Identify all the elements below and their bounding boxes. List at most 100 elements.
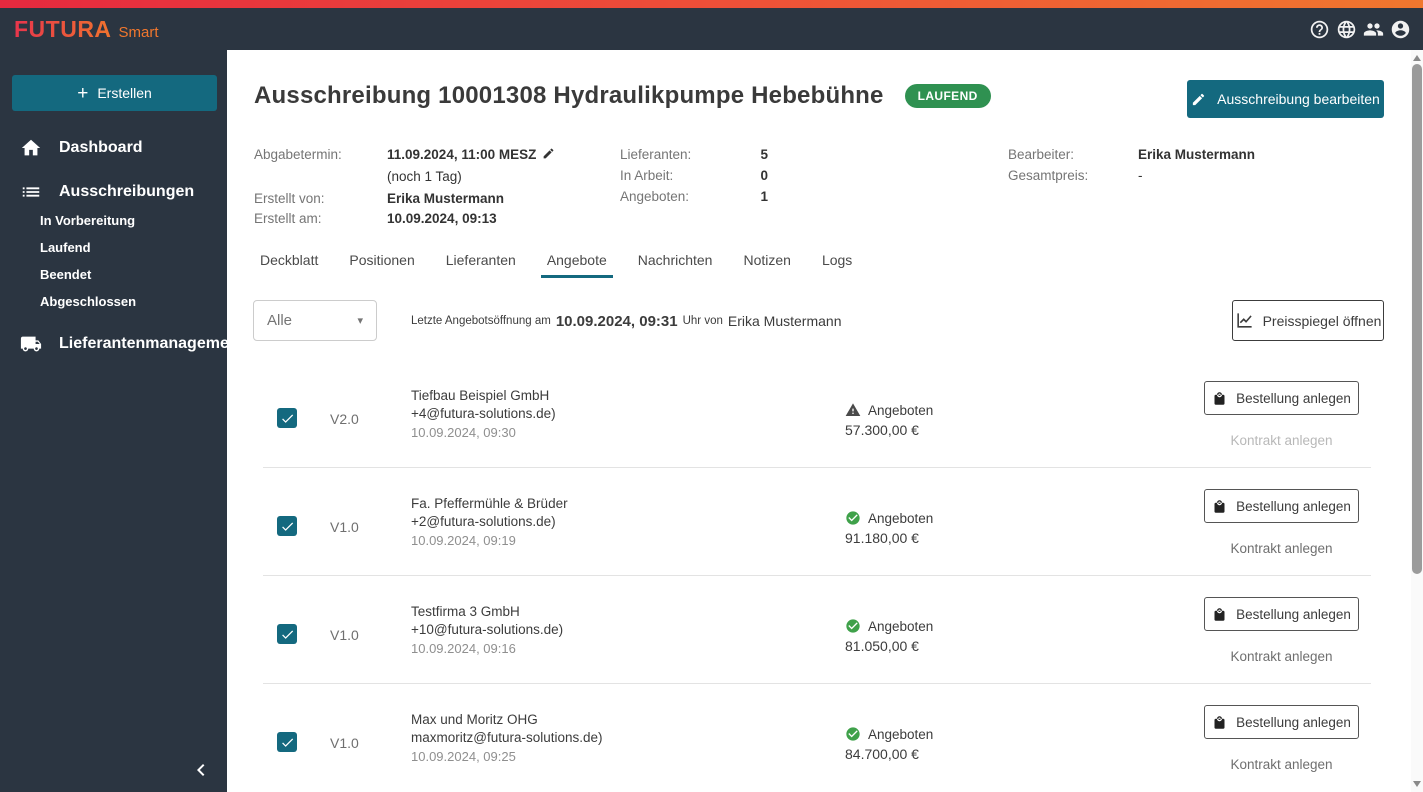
created-at-label: Erstellt am: bbox=[254, 211, 322, 226]
bag-icon bbox=[1214, 391, 1225, 405]
sidebar-item-laufend[interactable]: Laufend bbox=[40, 240, 91, 255]
offer-status-text: Angeboten bbox=[868, 510, 934, 526]
tab-lieferanten[interactable]: Lieferanten bbox=[440, 246, 522, 278]
sidebar-item-ausschreibungen[interactable]: Ausschreibungen bbox=[0, 181, 227, 203]
create-button-label: Erstellen bbox=[97, 85, 152, 101]
offer-status: Angeboten 81.050,00 € bbox=[845, 618, 933, 655]
suppliers-value: 5 bbox=[760, 147, 768, 162]
help-icon[interactable] bbox=[1308, 18, 1330, 40]
create-order-button[interactable]: Bestellung anlegen bbox=[1204, 489, 1359, 523]
sidebar-item-lieferantenmanagement[interactable]: Lieferantenmanagement bbox=[0, 333, 244, 355]
in-progress-label: In Arbeit: bbox=[620, 168, 674, 183]
tab-logs[interactable]: Logs bbox=[816, 246, 858, 278]
supplier-info: Tiefbau Beispiel GmbH +4@futura-solution… bbox=[411, 387, 556, 442]
supplier-email: +4@futura-solutions.de) bbox=[411, 406, 556, 421]
offer-status-text: Angeboten bbox=[868, 726, 934, 742]
create-contract-link[interactable]: Kontrakt anlegen bbox=[1204, 541, 1359, 556]
deadline-value: 11.09.2024, 11:00 MESZ bbox=[387, 147, 555, 162]
language-globe-icon[interactable] bbox=[1335, 18, 1357, 40]
check-circle-icon bbox=[846, 727, 860, 741]
bag-icon bbox=[1214, 499, 1225, 513]
edit-tender-button[interactable]: Ausschreibung bearbeiten bbox=[1187, 80, 1384, 118]
create-button[interactable]: + Erstellen bbox=[12, 75, 217, 111]
supplier-name: Fa. Pfeffermühle & Brüder bbox=[411, 496, 568, 511]
offer-row: V1.0 Max und Moritz OHG maxmoritz@futura… bbox=[263, 684, 1371, 792]
created-at-value: 10.09.2024, 09:13 bbox=[387, 211, 497, 226]
last-opening-prefix: Letzte Angebotsöffnung am bbox=[411, 315, 551, 327]
tab-nachrichten[interactable]: Nachrichten bbox=[632, 246, 719, 278]
tab-angebote[interactable]: Angebote bbox=[540, 246, 613, 278]
supplier-info: Fa. Pfeffermühle & Brüder +2@futura-solu… bbox=[411, 495, 568, 550]
logo-futura: FUTURA bbox=[14, 15, 112, 42]
create-order-button[interactable]: Bestellung anlegen bbox=[1204, 381, 1359, 415]
create-contract-link[interactable]: Kontrakt anlegen bbox=[1204, 433, 1359, 448]
create-order-label: Bestellung anlegen bbox=[1236, 498, 1351, 514]
sidebar-item-beendet[interactable]: Beendet bbox=[40, 267, 91, 282]
supplier-name: Testfirma 3 GmbH bbox=[411, 604, 520, 619]
offer-checkbox[interactable] bbox=[277, 732, 297, 752]
offers-list: V2.0 Tiefbau Beispiel GmbH +4@futura-sol… bbox=[227, 360, 1411, 792]
offer-price: 57.300,00 € bbox=[845, 422, 919, 438]
last-opening-mid: Uhr von bbox=[682, 315, 723, 327]
offer-row: V2.0 Tiefbau Beispiel GmbH +4@futura-sol… bbox=[263, 360, 1371, 468]
vertical-scrollbar[interactable] bbox=[1411, 50, 1423, 792]
chevron-left-icon bbox=[197, 764, 205, 776]
sidebar-collapse-button[interactable] bbox=[189, 758, 213, 782]
page-header: Ausschreibung 10001308 Hydraulikpumpe He… bbox=[254, 82, 991, 110]
app-logo: FUTURA Smart bbox=[12, 16, 159, 43]
warning-icon bbox=[845, 403, 861, 416]
offer-checkbox[interactable] bbox=[277, 624, 297, 644]
edit-deadline-icon[interactable] bbox=[542, 147, 555, 160]
supplier-info: Testfirma 3 GmbH +10@futura-solutions.de… bbox=[411, 603, 563, 658]
main-content: Ausschreibung 10001308 Hydraulikpumpe He… bbox=[227, 50, 1423, 792]
deadline-label: Abgabetermin: bbox=[254, 147, 342, 162]
supplier-email: +2@futura-solutions.de) bbox=[411, 514, 556, 529]
scrollbar-thumb[interactable] bbox=[1412, 64, 1422, 574]
plus-icon: + bbox=[77, 82, 89, 104]
offer-price: 91.180,00 € bbox=[845, 530, 919, 546]
tab-positionen[interactable]: Positionen bbox=[343, 246, 420, 278]
offered-label: Angeboten: bbox=[620, 189, 690, 204]
offer-version: V1.0 bbox=[330, 519, 359, 535]
scroll-up-arrow-icon[interactable] bbox=[1413, 55, 1421, 61]
topbar: FUTURA Smart bbox=[0, 8, 1423, 50]
offer-checkbox[interactable] bbox=[277, 408, 297, 428]
offer-filter-value: Alle bbox=[267, 312, 293, 329]
sidebar-item-label: Ausschreibungen bbox=[59, 183, 195, 200]
create-order-button[interactable]: Bestellung anlegen bbox=[1204, 705, 1359, 739]
create-contract-link[interactable]: Kontrakt anlegen bbox=[1204, 649, 1359, 664]
scroll-down-arrow-icon[interactable] bbox=[1413, 781, 1421, 787]
sidebar-item-in-vorbereitung[interactable]: In Vorbereitung bbox=[40, 213, 135, 228]
open-price-mirror-button[interactable]: Preisspiegel öffnen bbox=[1232, 300, 1384, 341]
suppliers-label: Lieferanten: bbox=[620, 147, 692, 162]
page-title: Ausschreibung 10001308 Hydraulikpumpe He… bbox=[254, 82, 884, 109]
users-icon[interactable] bbox=[1362, 18, 1384, 40]
tab-notizen[interactable]: Notizen bbox=[737, 246, 796, 278]
check-icon bbox=[281, 521, 293, 531]
create-contract-link[interactable]: Kontrakt anlegen bbox=[1204, 757, 1359, 772]
account-icon[interactable] bbox=[1389, 18, 1411, 40]
offer-status: Angeboten 84.700,00 € bbox=[845, 726, 934, 763]
offer-status: Angeboten 91.180,00 € bbox=[845, 510, 934, 547]
create-order-button[interactable]: Bestellung anlegen bbox=[1204, 597, 1359, 631]
deadline-note: (noch 1 Tag) bbox=[387, 169, 462, 184]
brand-gradient-strip bbox=[0, 0, 1423, 8]
sidebar-item-label: Dashboard bbox=[59, 139, 143, 156]
offer-price: 84.700,00 € bbox=[845, 746, 919, 762]
check-icon bbox=[281, 629, 293, 639]
offer-date: 10.09.2024, 09:16 bbox=[411, 641, 516, 656]
total-price-label: Gesamtpreis: bbox=[1008, 168, 1089, 183]
pencil-icon bbox=[1193, 93, 1205, 105]
offered-value: 1 bbox=[760, 189, 768, 204]
supplier-email: +10@futura-solutions.de) bbox=[411, 622, 564, 637]
chevron-down-icon: ▾ bbox=[357, 315, 363, 327]
sidebar-item-dashboard[interactable]: Dashboard bbox=[0, 137, 227, 159]
offer-checkbox[interactable] bbox=[277, 516, 297, 536]
editor-value: Erika Mustermann bbox=[1138, 147, 1256, 162]
offer-filter-dropdown[interactable]: Alle ▾ bbox=[253, 300, 377, 341]
tender-details: Abgabetermin: 11.09.2024, 11:00 MESZ (no… bbox=[254, 145, 1384, 240]
offer-actions: Bestellung anlegen Kontrakt anlegen bbox=[1204, 705, 1359, 772]
sidebar-item-abgeschlossen[interactable]: Abgeschlossen bbox=[40, 294, 136, 309]
tab-deckblatt[interactable]: Deckblatt bbox=[254, 246, 324, 278]
check-icon bbox=[281, 737, 293, 747]
